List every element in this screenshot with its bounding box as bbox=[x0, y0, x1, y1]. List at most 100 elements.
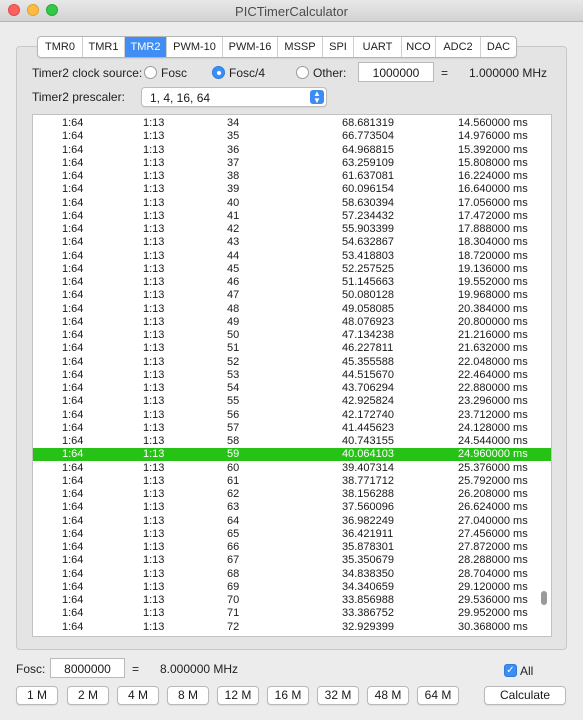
table-cell: 1:13 bbox=[143, 289, 165, 302]
table-cell: 55.903399 bbox=[342, 223, 394, 235]
freq-button-8m[interactable]: 8 M bbox=[167, 686, 209, 705]
table-row[interactable]: 1:64 1:13 53 44.515670 22.464000 ms bbox=[33, 369, 551, 382]
table-row[interactable]: 1:64 1:13 54 43.706294 22.880000 ms bbox=[33, 382, 551, 395]
table-cell: 1:13 bbox=[143, 342, 165, 355]
table-row[interactable]: 1:64 1:13 72 32.929399 30.368000 ms bbox=[33, 621, 551, 634]
table-cell: 60 bbox=[227, 461, 240, 474]
table-row[interactable]: 1:64 1:13 49 48.076923 20.800000 ms bbox=[33, 316, 551, 329]
table-row[interactable]: 1:64 1:13 56 42.172740 23.712000 ms bbox=[33, 409, 551, 422]
table-cell: 29.952000 ms bbox=[458, 607, 528, 620]
table-row[interactable]: 1:64 1:13 43 54.632867 18.304000 ms bbox=[33, 236, 551, 249]
table-row[interactable]: 1:64 1:13 62 38.156288 26.208000 ms bbox=[33, 488, 551, 501]
table-row[interactable]: 1:64 1:13 58 40.743155 24.544000 ms bbox=[33, 435, 551, 448]
table-row[interactable]: 1:64 1:13 66 35.878301 27.872000 ms bbox=[33, 541, 551, 554]
table-cell: 17.056000 ms bbox=[458, 196, 528, 209]
table-cell: 21.216000 ms bbox=[458, 329, 528, 341]
table-cell: 18.304000 ms bbox=[458, 236, 528, 249]
table-cell: 1:64 bbox=[62, 289, 84, 302]
freq-button-64m[interactable]: 64 M bbox=[417, 686, 459, 705]
table-row[interactable]: 1:64 1:13 52 45.355588 22.048000 ms bbox=[33, 356, 551, 369]
table-row[interactable]: 1:64 1:13 46 51.145663 19.552000 ms bbox=[33, 276, 551, 289]
table-row[interactable]: 1:64 1:13 48 49.058085 20.384000 ms bbox=[33, 303, 551, 316]
table-cell: 14.976000 ms bbox=[458, 130, 528, 143]
table-row[interactable]: 1:64 1:13 67 35.350679 28.288000 ms bbox=[33, 554, 551, 567]
radio-fosc[interactable] bbox=[144, 66, 157, 79]
table-row[interactable]: 1:64 1:13 44 53.418803 18.720000 ms bbox=[33, 250, 551, 263]
table-cell: 65 bbox=[227, 527, 240, 540]
table-cell: 35.350679 bbox=[342, 554, 394, 567]
table-cell: 30.368000 ms bbox=[458, 620, 528, 633]
radio-fosc4[interactable] bbox=[212, 66, 225, 79]
freq-button-48m[interactable]: 48 M bbox=[367, 686, 409, 705]
tab-tmr2[interactable]: TMR2 bbox=[125, 37, 167, 57]
app-window: PICTimerCalculator TMR0 TMR1 TMR2 PWM-10 PWM… bbox=[0, 0, 583, 720]
table-cell: 1:13 bbox=[143, 620, 165, 633]
table-row[interactable]: 1:64 1:13 59 40.064103 24.960000 ms bbox=[33, 448, 551, 462]
prescaler-select[interactable]: 1, 4, 16, 64 ▲ ▼ bbox=[141, 87, 327, 107]
table-cell: 43.706294 bbox=[342, 382, 394, 394]
table-row[interactable]: 1:64 1:13 37 63.259109 15.808000 ms bbox=[33, 157, 551, 170]
table-row[interactable]: 1:64 1:13 50 47.134238 21.216000 ms bbox=[33, 329, 551, 342]
window-title: PICTimerCalculator bbox=[235, 4, 348, 19]
freq-button-16m[interactable]: 16 M bbox=[267, 686, 309, 705]
table-cell: 22.880000 ms bbox=[458, 382, 528, 394]
table-cell: 70 bbox=[227, 594, 240, 606]
table-cell: 27.040000 ms bbox=[458, 514, 528, 527]
freq-button-1m[interactable]: 1 M bbox=[16, 686, 58, 705]
freq-button-12m[interactable]: 12 M bbox=[217, 686, 259, 705]
table-row[interactable]: 1:64 1:13 34 68.681319 14.560000 ms bbox=[33, 117, 551, 130]
table-cell: 24.544000 ms bbox=[458, 435, 528, 447]
table-row[interactable]: 1:64 1:13 36 64.968815 15.392000 ms bbox=[33, 144, 551, 157]
table-cell: 17.888000 ms bbox=[458, 223, 528, 235]
table-row[interactable]: 1:64 1:13 39 60.096154 16.640000 ms bbox=[33, 183, 551, 196]
table-row[interactable]: 1:64 1:13 63 37.560096 26.624000 ms bbox=[33, 501, 551, 514]
tab-pwm-10[interactable]: PWM-10 bbox=[167, 37, 223, 57]
radio-other[interactable] bbox=[296, 66, 309, 79]
table-cell: 1:64 bbox=[62, 421, 84, 434]
tab-tmr1[interactable]: TMR1 bbox=[83, 37, 125, 57]
table-row[interactable]: 1:64 1:13 71 33.386752 29.952000 ms bbox=[33, 607, 551, 620]
freq-button-4m[interactable]: 4 M bbox=[117, 686, 159, 705]
calculate-button[interactable]: Calculate bbox=[484, 686, 566, 705]
tab-tmr0[interactable]: TMR0 bbox=[38, 37, 83, 57]
tab-pwm-16[interactable]: PWM-16 bbox=[223, 37, 278, 57]
table-row[interactable]: 1:64 1:13 57 41.445623 24.128000 ms bbox=[33, 422, 551, 435]
results-table[interactable]: 1:64 1:13 34 68.681319 14.560000 ms 1:64 1:13 3… bbox=[32, 114, 552, 637]
table-row[interactable]: 1:64 1:13 41 57.234432 17.472000 ms bbox=[33, 210, 551, 223]
table-row[interactable]: 1:64 1:13 61 38.771712 25.792000 ms bbox=[33, 475, 551, 488]
tab-adc2[interactable]: ADC2 bbox=[436, 37, 481, 57]
table-cell: 41 bbox=[227, 209, 240, 222]
freq-button-2m[interactable]: 2 M bbox=[67, 686, 109, 705]
table-row[interactable]: 1:64 1:13 45 52.257525 19.136000 ms bbox=[33, 263, 551, 276]
table-row[interactable]: 1:64 1:13 51 46.227811 21.632000 ms bbox=[33, 342, 551, 355]
table-row[interactable]: 1:64 1:13 70 33.856988 29.536000 ms bbox=[33, 594, 551, 607]
other-frequency-input[interactable]: 1000000 bbox=[358, 62, 434, 82]
table-cell: 21.632000 ms bbox=[458, 342, 528, 355]
tab-mssp[interactable]: MSSP bbox=[278, 37, 323, 57]
table-row[interactable]: 1:64 1:13 55 42.925824 23.296000 ms bbox=[33, 395, 551, 408]
table-row[interactable]: 1:64 1:13 35 66.773504 14.976000 ms bbox=[33, 130, 551, 143]
table-row[interactable]: 1:64 1:13 69 34.340659 29.120000 ms bbox=[33, 581, 551, 594]
all-checkbox[interactable]: ✓ bbox=[504, 664, 517, 677]
fosc-input[interactable]: 8000000 bbox=[50, 658, 125, 678]
table-row[interactable]: 1:64 1:13 60 39.407314 25.376000 ms bbox=[33, 462, 551, 475]
table-cell: 1:13 bbox=[143, 541, 165, 553]
tab-nco[interactable]: NCO bbox=[402, 37, 436, 57]
table-row[interactable]: 1:64 1:13 47 50.080128 19.968000 ms bbox=[33, 289, 551, 302]
table-row[interactable]: 1:64 1:13 42 55.903399 17.888000 ms bbox=[33, 223, 551, 236]
table-row[interactable]: 1:64 1:13 40 58.630394 17.056000 ms bbox=[33, 197, 551, 210]
table-cell: 42.172740 bbox=[342, 408, 394, 421]
table-cell: 68 bbox=[227, 567, 240, 580]
table-row[interactable]: 1:64 1:13 64 36.982249 27.040000 ms bbox=[33, 515, 551, 528]
prescaler-label: Timer2 prescaler: bbox=[32, 90, 125, 104]
tab-dac[interactable]: DAC bbox=[481, 37, 516, 57]
tab-spi[interactable]: SPI bbox=[323, 37, 354, 57]
table-cell: 14.560000 ms bbox=[458, 117, 528, 129]
freq-button-32m[interactable]: 32 M bbox=[317, 686, 359, 705]
tab-uart[interactable]: UART bbox=[354, 37, 402, 57]
table-cell: 1:64 bbox=[62, 249, 84, 262]
table-row[interactable]: 1:64 1:13 65 36.421911 27.456000 ms bbox=[33, 528, 551, 541]
table-row[interactable]: 1:64 1:13 68 34.838350 28.704000 ms bbox=[33, 568, 551, 581]
table-row[interactable]: 1:64 1:13 38 61.637081 16.224000 ms bbox=[33, 170, 551, 183]
table-cell: 1:64 bbox=[62, 170, 84, 182]
